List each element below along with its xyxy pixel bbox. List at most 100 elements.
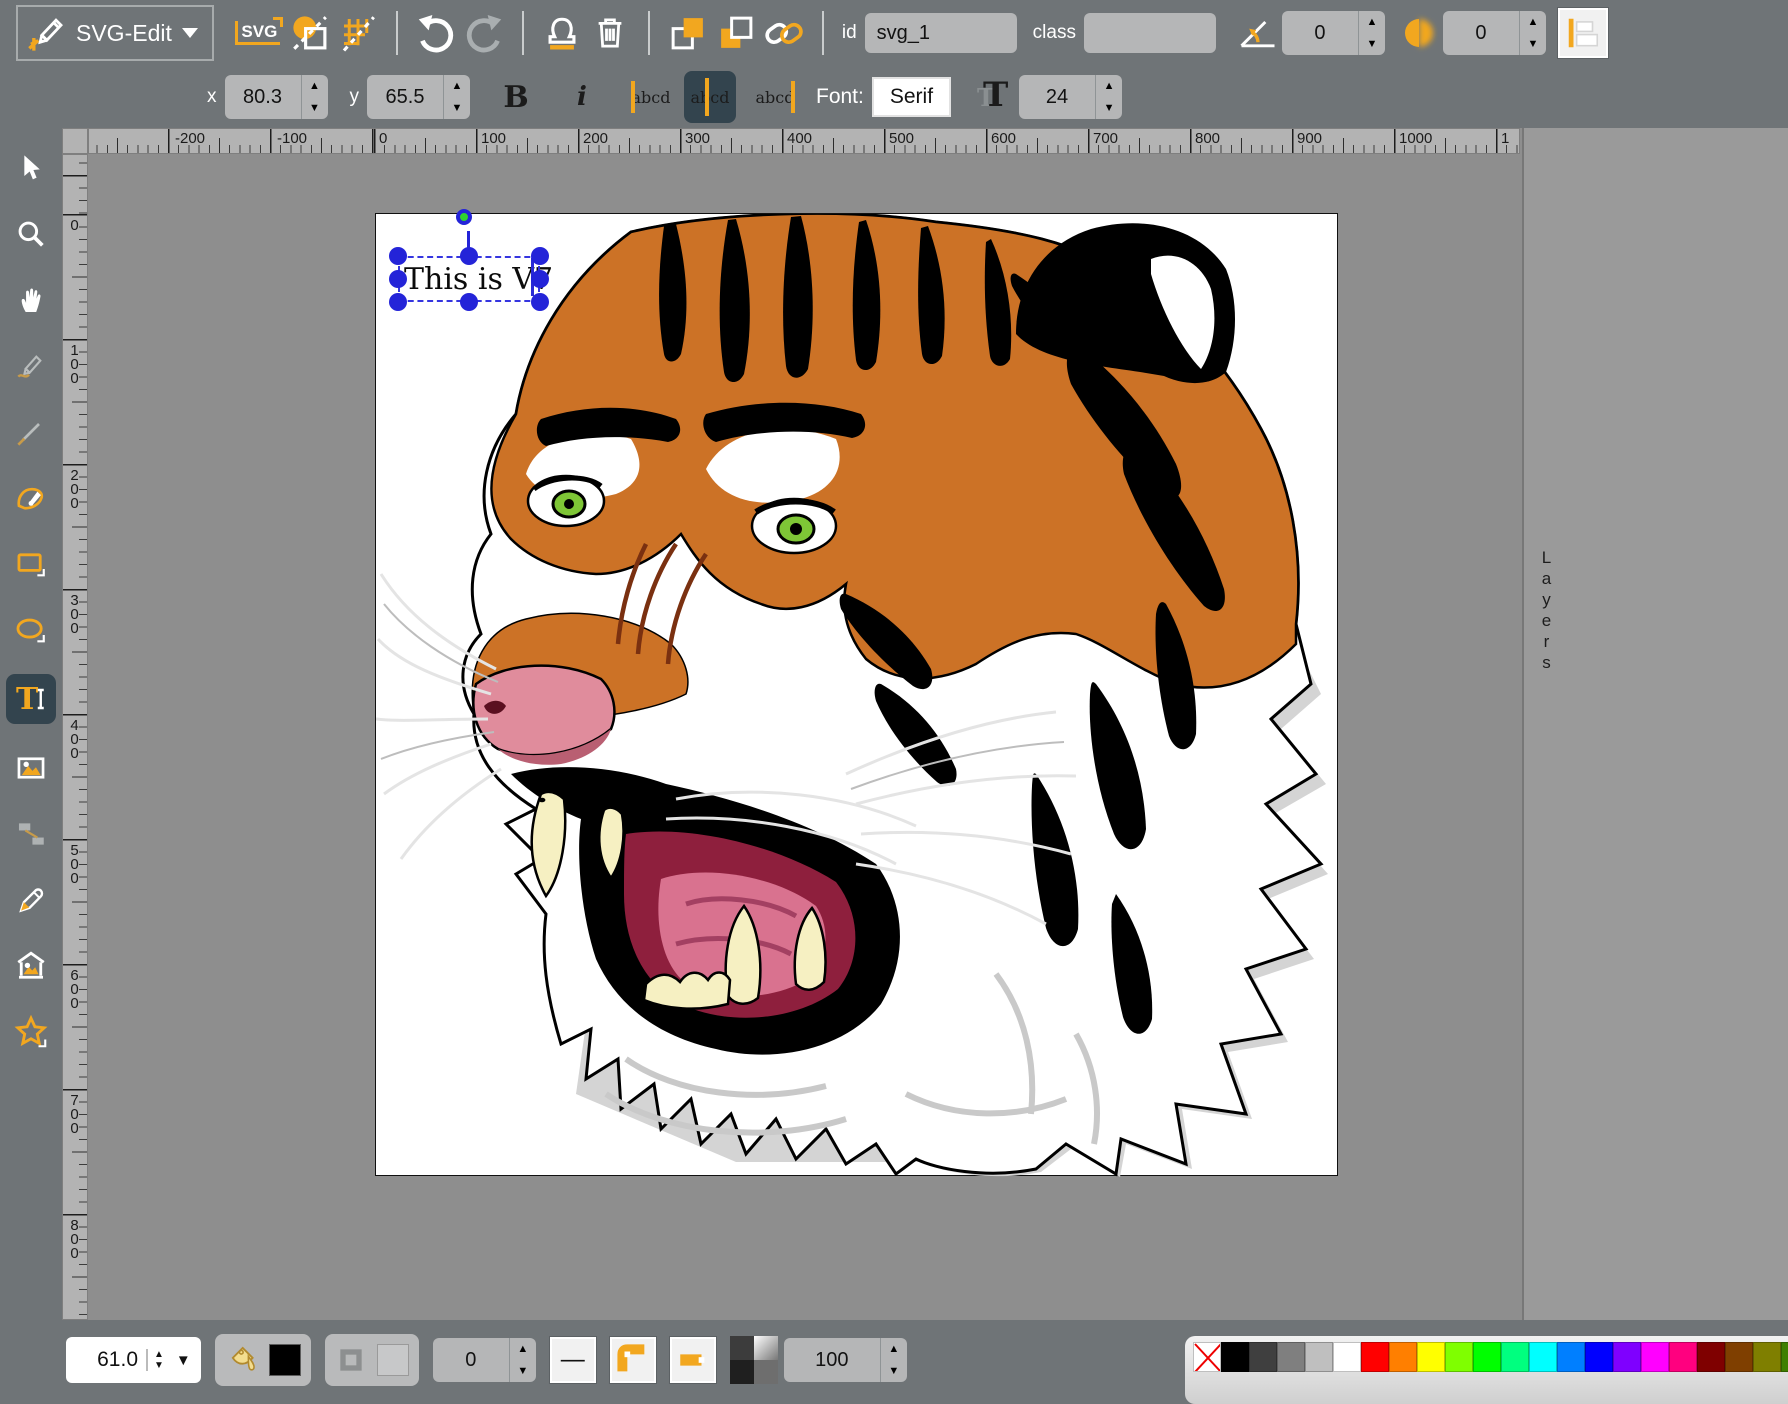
zoom-widget[interactable]: 61.0 ▲▼ ▼ bbox=[66, 1337, 201, 1383]
stroke-width-down[interactable]: ▼ bbox=[510, 1360, 536, 1382]
move-top-button[interactable] bbox=[664, 9, 712, 57]
redo-button[interactable] bbox=[460, 9, 508, 57]
palette-swatch[interactable] bbox=[1585, 1342, 1613, 1372]
y-value[interactable]: 65.5 bbox=[367, 75, 443, 119]
main-menu-button[interactable]: SVG-Edit bbox=[16, 5, 214, 61]
palette-swatch[interactable] bbox=[1333, 1342, 1361, 1372]
tool-zoom[interactable] bbox=[9, 212, 53, 256]
layers-panel-handle[interactable]: Layers bbox=[1536, 548, 1556, 674]
selection-handle-w[interactable] bbox=[389, 270, 407, 288]
text-anchor-end-button[interactable]: abcd bbox=[752, 74, 798, 120]
x-up[interactable]: ▲ bbox=[302, 75, 328, 97]
palette-none[interactable] bbox=[1193, 1342, 1221, 1372]
selection-handle-n[interactable] bbox=[460, 247, 478, 265]
italic-button[interactable]: i bbox=[558, 73, 606, 121]
rotate-handle[interactable] bbox=[456, 209, 472, 225]
svg-canvas[interactable] bbox=[375, 213, 1338, 1176]
tool-pan[interactable] bbox=[9, 278, 53, 322]
selection-handle-se[interactable] bbox=[531, 293, 549, 311]
doc-props-button[interactable] bbox=[286, 9, 334, 57]
angle-spinner[interactable]: 0 ▲▼ bbox=[1282, 11, 1385, 55]
class-input[interactable] bbox=[1084, 13, 1216, 53]
font-family-button[interactable]: Serif bbox=[872, 77, 951, 117]
x-down[interactable]: ▼ bbox=[302, 97, 328, 119]
palette-swatch[interactable] bbox=[1753, 1342, 1781, 1372]
tool-line[interactable] bbox=[9, 410, 53, 454]
tool-rect[interactable] bbox=[9, 542, 53, 586]
editor-prefs-button[interactable] bbox=[334, 9, 382, 57]
stroke-width-value[interactable]: 0 bbox=[433, 1338, 509, 1382]
fill-color-swatch[interactable] bbox=[269, 1344, 301, 1376]
stroke-width-spinner[interactable]: 0 ▲▼ bbox=[433, 1338, 536, 1382]
palette-swatch[interactable] bbox=[1249, 1342, 1277, 1372]
opacity-down[interactable]: ▼ bbox=[881, 1360, 907, 1382]
palette-swatch[interactable] bbox=[1781, 1342, 1788, 1372]
tool-pencil[interactable] bbox=[9, 344, 53, 388]
zoom-dropdown-icon[interactable]: ▼ bbox=[176, 1352, 191, 1369]
palette-swatch[interactable] bbox=[1277, 1342, 1305, 1372]
id-input[interactable]: svg_1 bbox=[865, 13, 1017, 53]
text-align-button[interactable] bbox=[1558, 8, 1608, 58]
palette-swatch[interactable] bbox=[1557, 1342, 1585, 1372]
palette-swatch[interactable] bbox=[1417, 1342, 1445, 1372]
blur-down[interactable]: ▼ bbox=[1520, 33, 1546, 55]
move-bottom-button[interactable] bbox=[712, 9, 760, 57]
x-spinner[interactable]: 80.3 ▲▼ bbox=[225, 75, 328, 119]
palette-swatch[interactable] bbox=[1641, 1342, 1669, 1372]
selection-handle-s[interactable] bbox=[460, 293, 478, 311]
palette-swatch[interactable] bbox=[1361, 1342, 1389, 1372]
palette-swatch[interactable] bbox=[1305, 1342, 1333, 1372]
clone-button[interactable] bbox=[538, 9, 586, 57]
palette-swatch[interactable] bbox=[1613, 1342, 1641, 1372]
text-anchor-middle-button[interactable]: abcd bbox=[684, 71, 736, 123]
delete-button[interactable] bbox=[586, 9, 634, 57]
blur-spinner[interactable]: 0 ▲▼ bbox=[1443, 11, 1546, 55]
tool-ellipse[interactable] bbox=[9, 608, 53, 652]
palette-swatch[interactable] bbox=[1221, 1342, 1249, 1372]
linecap-button[interactable] bbox=[670, 1337, 716, 1383]
size-down[interactable]: ▼ bbox=[1096, 97, 1122, 119]
font-size-value[interactable]: 24 bbox=[1019, 75, 1095, 119]
zoom-value[interactable]: 61.0 bbox=[76, 1348, 138, 1372]
zoom-spinner[interactable]: ▲▼ bbox=[146, 1349, 164, 1371]
source-button[interactable]: SVG bbox=[230, 9, 286, 57]
y-spinner[interactable]: 65.5 ▲▼ bbox=[367, 75, 470, 119]
opacity-value[interactable]: 100 bbox=[784, 1338, 880, 1382]
tool-shape-library[interactable] bbox=[9, 944, 53, 988]
tool-text[interactable]: T bbox=[6, 674, 56, 724]
y-down[interactable]: ▼ bbox=[444, 97, 470, 119]
palette-swatch[interactable] bbox=[1389, 1342, 1417, 1372]
selection-handle-e[interactable] bbox=[531, 270, 549, 288]
stroke-width-up[interactable]: ▲ bbox=[510, 1338, 536, 1360]
font-size-spinner[interactable]: 24 ▲▼ bbox=[1019, 75, 1122, 119]
palette-swatch[interactable] bbox=[1725, 1342, 1753, 1372]
stroke-color-swatch[interactable] bbox=[377, 1344, 409, 1376]
selection-handle-sw[interactable] bbox=[389, 293, 407, 311]
palette-swatch[interactable] bbox=[1473, 1342, 1501, 1372]
x-value[interactable]: 80.3 bbox=[225, 75, 301, 119]
tool-image[interactable] bbox=[9, 746, 53, 790]
tool-eyedropper[interactable] bbox=[9, 878, 53, 922]
undo-button[interactable] bbox=[412, 9, 460, 57]
angle-value[interactable]: 0 bbox=[1282, 11, 1358, 55]
palette-swatch[interactable] bbox=[1697, 1342, 1725, 1372]
tool-select[interactable] bbox=[9, 146, 53, 190]
palette-swatch[interactable] bbox=[1445, 1342, 1473, 1372]
opacity-up[interactable]: ▲ bbox=[881, 1338, 907, 1360]
fill-color-widget[interactable] bbox=[215, 1334, 311, 1386]
stroke-dash-button[interactable]: — bbox=[550, 1337, 596, 1383]
tool-path[interactable] bbox=[9, 476, 53, 520]
selection-handle-nw[interactable] bbox=[389, 247, 407, 265]
opacity-spinner[interactable]: 100 ▲▼ bbox=[784, 1338, 907, 1382]
y-up[interactable]: ▲ bbox=[444, 75, 470, 97]
blur-value[interactable]: 0 bbox=[1443, 11, 1519, 55]
make-link-button[interactable] bbox=[760, 9, 808, 57]
angle-down[interactable]: ▼ bbox=[1359, 33, 1385, 55]
text-anchor-start-button[interactable]: abcd bbox=[628, 74, 674, 120]
palette-swatch[interactable] bbox=[1669, 1342, 1697, 1372]
stroke-color-widget[interactable] bbox=[325, 1334, 419, 1386]
selection-handle-ne[interactable] bbox=[531, 247, 549, 265]
size-up[interactable]: ▲ bbox=[1096, 75, 1122, 97]
tool-star[interactable] bbox=[9, 1010, 53, 1054]
blur-up[interactable]: ▲ bbox=[1520, 11, 1546, 33]
